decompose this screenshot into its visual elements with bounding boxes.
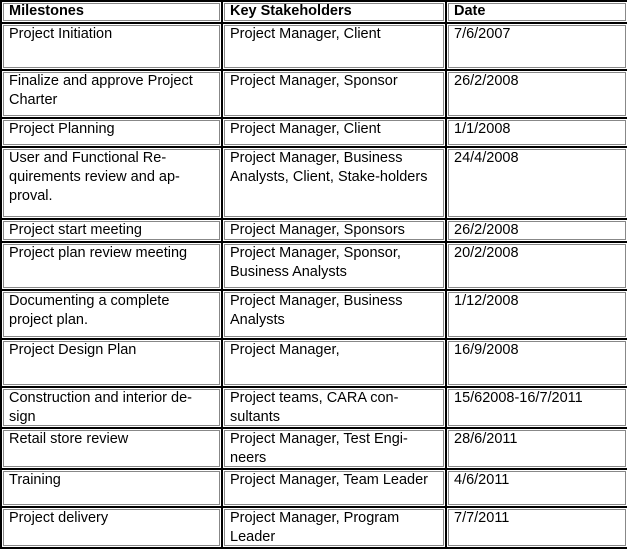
milestone-cell: Project Initiation: [1, 23, 222, 70]
table-row: Project start meeting Project Manager, S…: [1, 219, 627, 242]
date-cell: 28/6/2011: [446, 428, 627, 469]
milestones-table: Milestones Key Stakeholders Date Project…: [0, 0, 627, 549]
date-cell: 26/2/2008: [446, 219, 627, 242]
table-row: Training Project Manager, Team Leader 4/…: [1, 469, 627, 507]
stakeholders-cell: Project Manager, Test Engi-neers: [222, 428, 446, 469]
stakeholders-cell: Project teams, CARA con-sultants: [222, 387, 446, 428]
date-cell: 1/12/2008: [446, 290, 627, 339]
stakeholders-cell: Project Manager, Client: [222, 118, 446, 147]
milestone-cell: Project Design Plan: [1, 339, 222, 387]
stakeholders-cell: Project Manager, Client: [222, 23, 446, 70]
milestone-cell: Project start meeting: [1, 219, 222, 242]
milestone-cell: Retail store review: [1, 428, 222, 469]
date-cell: 15/62008-16/7/2011: [446, 387, 627, 428]
table-row: Project plan review meeting Project Mana…: [1, 242, 627, 290]
milestone-cell: Documenting a complete project plan.: [1, 290, 222, 339]
header-milestones: Milestones: [1, 1, 222, 23]
table-row: Documenting a complete project plan. Pro…: [1, 290, 627, 339]
stakeholders-cell: Project Manager,: [222, 339, 446, 387]
table-row: User and Functional Re-quirements review…: [1, 147, 627, 219]
stakeholders-cell: Project Manager, Team Leader: [222, 469, 446, 507]
table-row: Project delivery Project Manager, Progra…: [1, 507, 627, 548]
stakeholders-cell: Project Manager, Business Analysts, Clie…: [222, 147, 446, 219]
stakeholders-cell: Project Manager, Program Leader: [222, 507, 446, 548]
milestone-cell: Training: [1, 469, 222, 507]
table-header-row: Milestones Key Stakeholders Date: [1, 1, 627, 23]
stakeholders-cell: Project Manager, Sponsor, Business Analy…: [222, 242, 446, 290]
milestone-cell: User and Functional Re-quirements review…: [1, 147, 222, 219]
date-cell: 20/2/2008: [446, 242, 627, 290]
header-key-stakeholders: Key Stakeholders: [222, 1, 446, 23]
header-date: Date: [446, 1, 627, 23]
date-cell: 26/2/2008: [446, 70, 627, 118]
table-row: Project Planning Project Manager, Client…: [1, 118, 627, 147]
table-row: Project Initiation Project Manager, Clie…: [1, 23, 627, 70]
table-row: Finalize and approve Project Charter Pro…: [1, 70, 627, 118]
milestone-cell: Project Planning: [1, 118, 222, 147]
date-cell: 7/6/2007: [446, 23, 627, 70]
stakeholders-cell: Project Manager, Business Analysts: [222, 290, 446, 339]
stakeholders-cell: Project Manager, Sponsor: [222, 70, 446, 118]
table-row: Project Design Plan Project Manager, 16/…: [1, 339, 627, 387]
stakeholders-cell: Project Manager, Sponsors: [222, 219, 446, 242]
milestone-cell: Project plan review meeting: [1, 242, 222, 290]
date-cell: 24/4/2008: [446, 147, 627, 219]
table-row: Retail store review Project Manager, Tes…: [1, 428, 627, 469]
date-cell: 7/7/2011: [446, 507, 627, 548]
milestone-cell: Construction and interior de-sign: [1, 387, 222, 428]
date-cell: 1/1/2008: [446, 118, 627, 147]
date-cell: 16/9/2008: [446, 339, 627, 387]
table-row: Construction and interior de-sign Projec…: [1, 387, 627, 428]
date-cell: 4/6/2011: [446, 469, 627, 507]
milestone-cell: Project delivery: [1, 507, 222, 548]
milestone-cell: Finalize and approve Project Charter: [1, 70, 222, 118]
